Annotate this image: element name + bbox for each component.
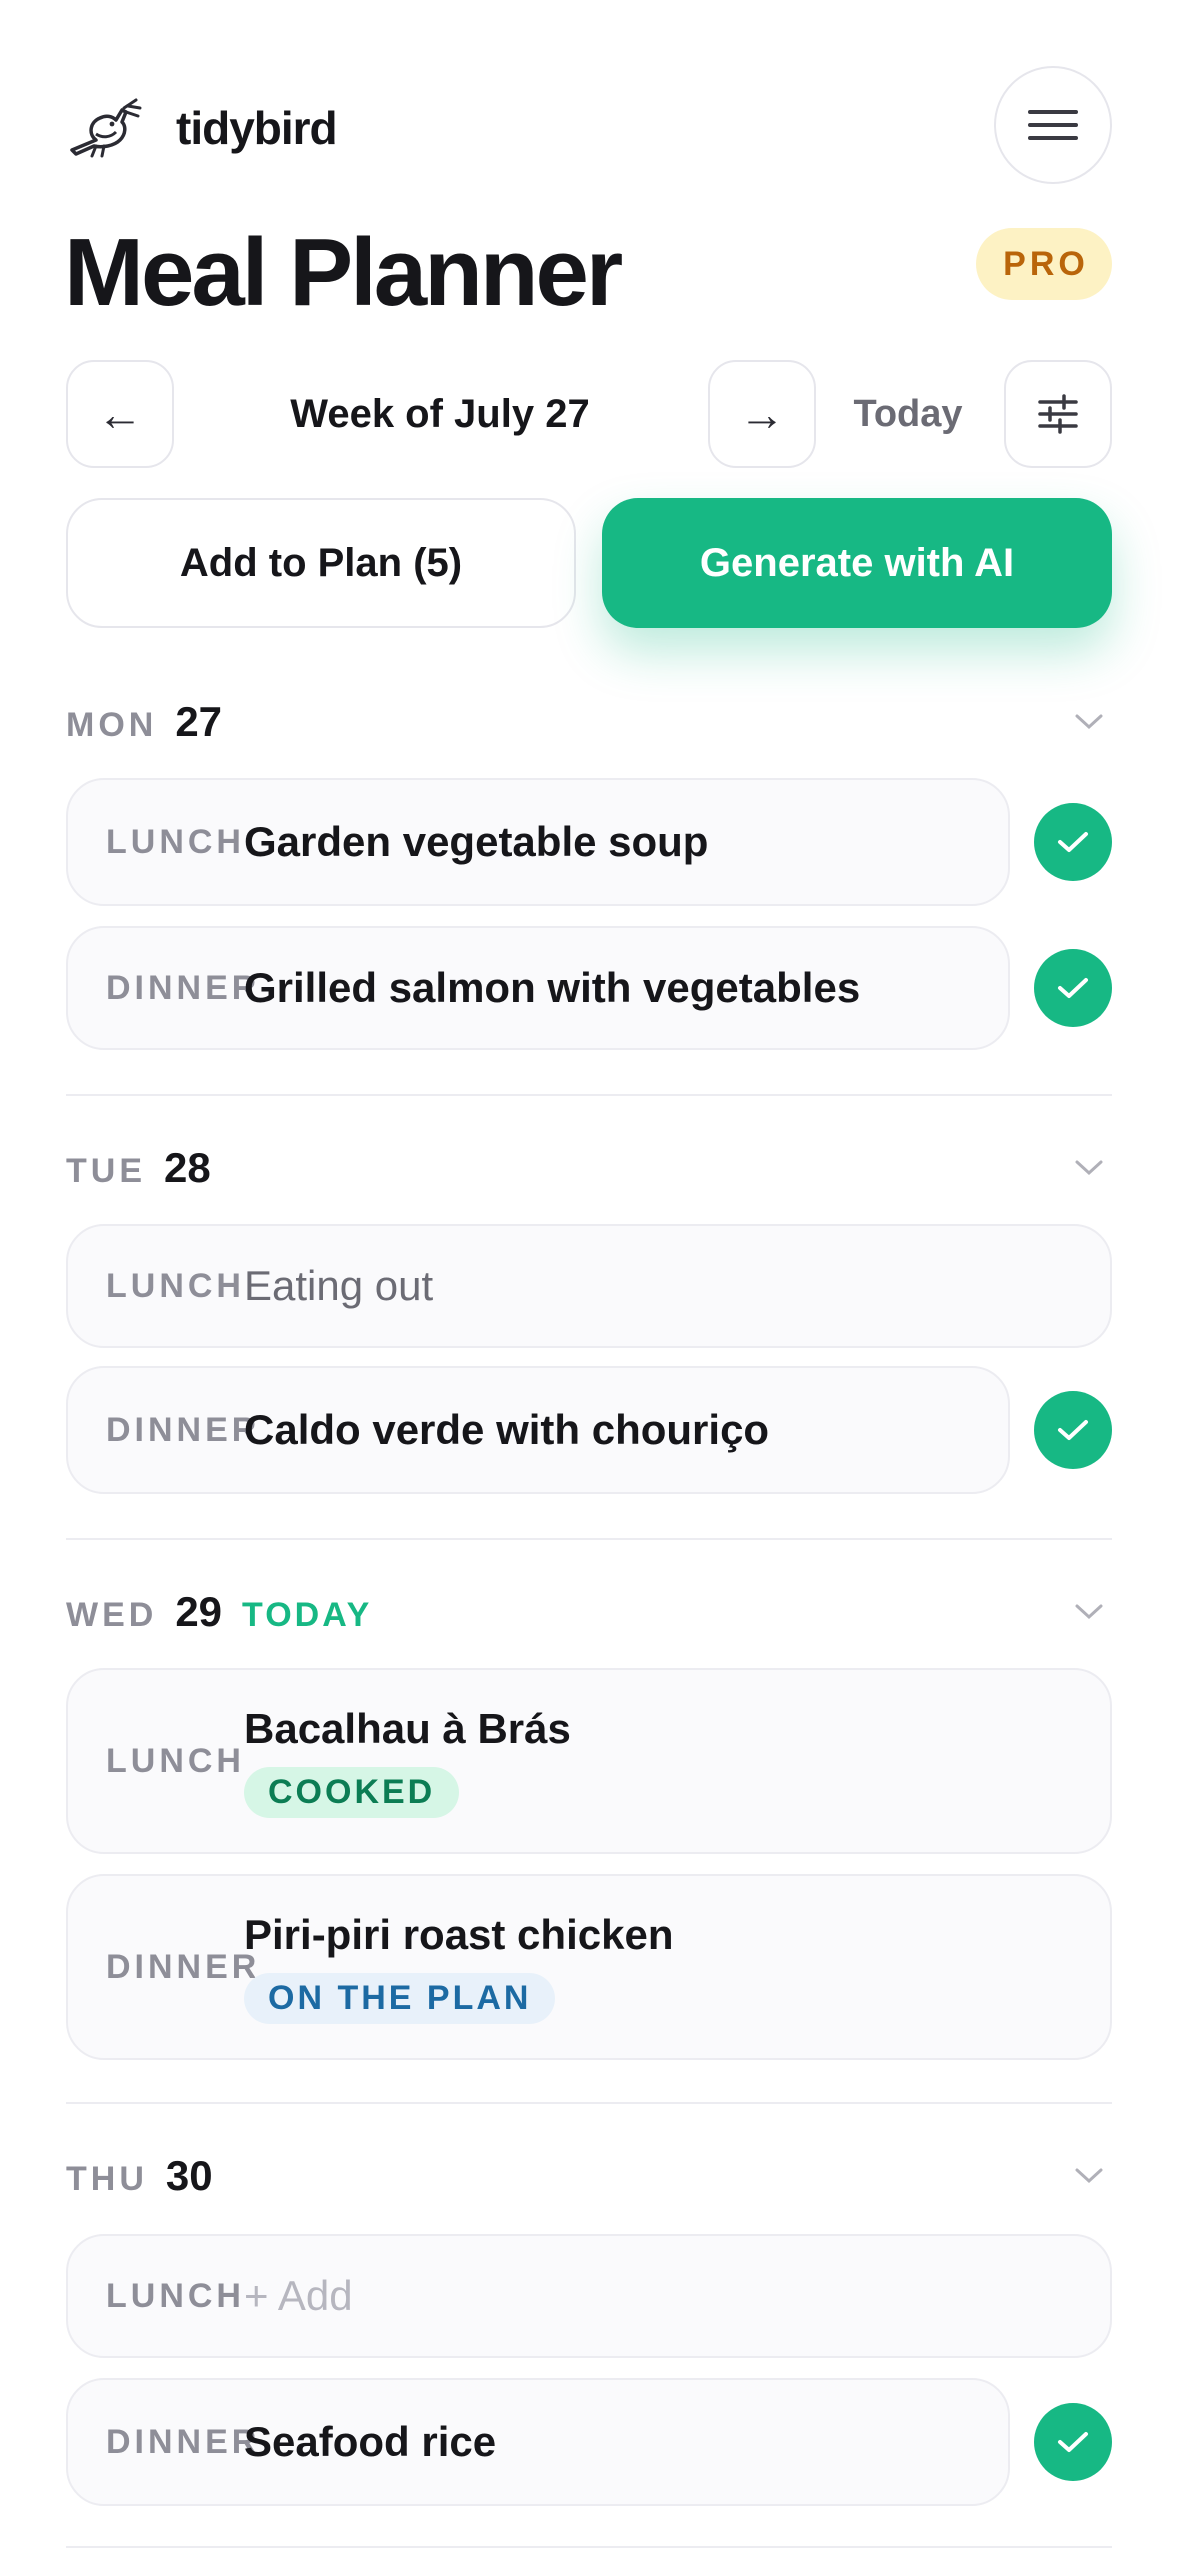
check-icon <box>1058 832 1088 852</box>
page-title: Meal Planner <box>64 219 623 326</box>
day-header-wed: WED 29 TODAY <box>66 1588 372 1636</box>
meal-title: Eating out <box>244 1262 434 1309</box>
meal-card-tue-lunch[interactable]: LUNCH Eating out <box>66 1224 1112 1348</box>
meal-card-wed-lunch[interactable]: LUNCH Bacalhau à Brás COOKED <box>66 1668 1112 1854</box>
meal-label: LUNCH <box>106 2276 245 2315</box>
meal-card-mon-dinner[interactable]: DINNER Grilled salmon with vegetables <box>66 926 1010 1050</box>
meal-title: Grilled salmon with vegetables <box>244 964 861 1011</box>
check-icon <box>1058 1420 1088 1440</box>
hamburger-menu-icon <box>1028 101 1078 149</box>
arrow-left-icon: ← <box>97 388 143 440</box>
day-number: 28 <box>164 1144 211 1191</box>
meal-label: LUNCH <box>106 822 245 861</box>
meal-card-mon-lunch[interactable]: LUNCH Garden vegetable soup <box>66 778 1010 906</box>
day-header-mon: MON 27 <box>66 698 222 746</box>
meal-label: DINNER <box>106 1947 261 1986</box>
add-to-plan-button[interactable]: Add to Plan (5) <box>66 498 576 628</box>
chevron-down-icon[interactable] <box>1074 2166 1104 2186</box>
arrow-right-icon: → <box>739 388 785 440</box>
meal-title: Garden vegetable soup <box>244 818 709 865</box>
week-label: Week of July 27 <box>290 391 590 436</box>
filter-button[interactable] <box>1004 360 1112 468</box>
day-number: 27 <box>175 698 223 745</box>
day-name: THU <box>66 2160 148 2198</box>
sliders-icon <box>1038 394 1078 434</box>
day-header-tue: TUE 28 <box>66 1144 211 1192</box>
cooked-toggle[interactable] <box>1034 803 1112 881</box>
cooked-toggle[interactable] <box>1034 1391 1112 1469</box>
day-divider <box>66 2546 1112 2548</box>
today-button[interactable]: Today <box>836 360 980 468</box>
day-number: 30 <box>165 2152 213 2199</box>
day-number: 29 <box>175 1588 223 1635</box>
meal-planner-page: tidybird Meal Planner PRO ← Week of July… <box>0 0 1179 2556</box>
meal-card-wed-dinner[interactable]: DINNER Piri-piri roast chicken ON THE PL… <box>66 1874 1112 2060</box>
chevron-down-icon[interactable] <box>1074 1158 1104 1178</box>
meal-card-tue-dinner[interactable]: DINNER Caldo verde with chouriço <box>66 1366 1010 1494</box>
cooked-toggle[interactable] <box>1034 2403 1112 2481</box>
meal-title: Piri-piri roast chicken <box>244 1910 674 1958</box>
prev-week-button[interactable]: ← <box>66 360 174 468</box>
generate-with-ai-button[interactable]: Generate with AI <box>602 498 1112 628</box>
meal-label: DINNER <box>106 968 261 1007</box>
day-name: MON <box>66 706 158 744</box>
meal-label: LUNCH <box>106 1741 245 1780</box>
check-icon <box>1058 978 1088 998</box>
meal-content: Bacalhau à Brás COOKED <box>244 1705 571 1818</box>
app-logo[interactable]: tidybird <box>66 96 338 160</box>
meal-title: Seafood rice <box>244 2418 497 2465</box>
day-name: WED <box>66 1596 158 1634</box>
meal-card-thu-lunch[interactable]: LUNCH + Add <box>66 2234 1112 2358</box>
day-name: TUE <box>66 1152 146 1190</box>
status-badge-on-the-plan: ON THE PLAN <box>244 1972 556 2024</box>
day-header-thu: THU 30 <box>66 2152 213 2200</box>
meal-title: Bacalhau à Brás <box>244 1704 571 1752</box>
chevron-down-icon[interactable] <box>1074 712 1104 732</box>
add-meal-button[interactable]: + Add <box>244 2272 353 2320</box>
today-tag: TODAY <box>242 1596 373 1634</box>
pro-badge: PRO <box>976 228 1112 300</box>
day-divider <box>66 2102 1112 2104</box>
meal-label: DINNER <box>106 1410 261 1449</box>
meal-title: Caldo verde with chouriço <box>244 1406 770 1453</box>
bird-logo-icon <box>70 98 142 158</box>
next-week-button[interactable]: → <box>708 360 816 468</box>
menu-button[interactable] <box>994 66 1112 184</box>
meal-label: DINNER <box>106 2422 261 2461</box>
day-divider <box>66 1538 1112 1540</box>
meal-content: Piri-piri roast chicken ON THE PLAN <box>244 1911 673 2024</box>
chevron-down-icon[interactable] <box>1074 1602 1104 1622</box>
meal-card-thu-dinner[interactable]: DINNER Seafood rice <box>66 2378 1010 2506</box>
check-icon <box>1058 2432 1088 2452</box>
day-divider <box>66 1094 1112 1096</box>
cooked-toggle[interactable] <box>1034 949 1112 1027</box>
status-badge-cooked: COOKED <box>244 1766 460 1818</box>
meal-label: LUNCH <box>106 1266 245 1305</box>
app-name: tidybird <box>176 102 338 154</box>
